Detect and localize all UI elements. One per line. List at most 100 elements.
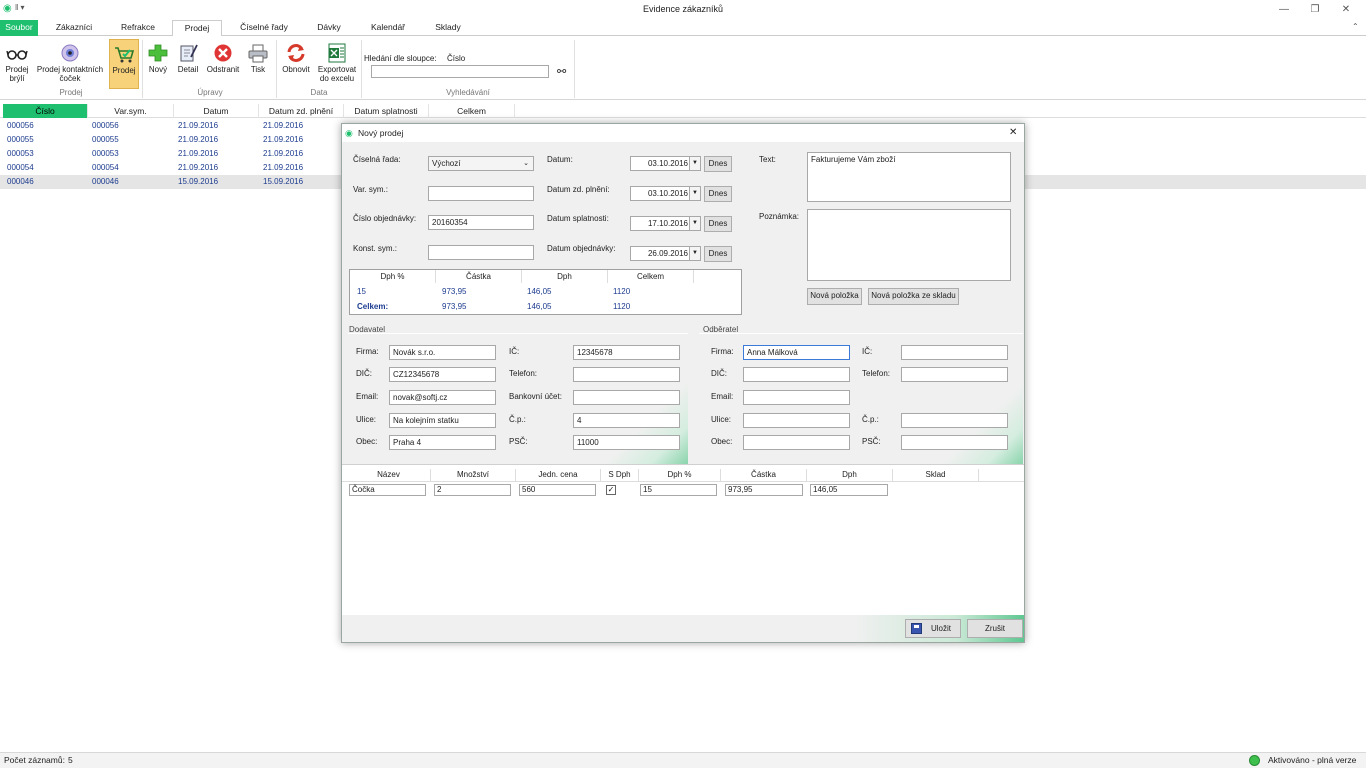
odberatel-ulice-field[interactable] <box>743 413 850 428</box>
dropdown-arrow-icon[interactable]: ▼ <box>689 187 700 200</box>
minimize-icon[interactable]: — <box>1276 3 1292 17</box>
column-header[interactable]: Datum zd. plnění <box>259 104 344 118</box>
close-icon[interactable]: ✕ <box>1338 3 1354 17</box>
group-label-upravy: Úpravy <box>197 88 223 97</box>
dnes-button[interactable]: Dnes <box>704 186 732 202</box>
tab-davky[interactable]: Dávky <box>306 20 352 36</box>
tab-kalendar[interactable]: Kalendář <box>362 20 414 36</box>
odberatel-email-field[interactable] <box>743 390 850 405</box>
status-bar: Počet záznamů: 5 Aktivováno - plná verze <box>0 752 1366 768</box>
tab-zakaznici[interactable]: Zákazníci <box>46 20 102 36</box>
prodej-bryli-button[interactable]: Prodej brýlí <box>2 39 32 89</box>
item-dph-field[interactable]: 146,05 <box>810 484 888 496</box>
activation-status-icon <box>1249 755 1260 766</box>
datum-zd-picker[interactable]: 03.10.2016 ▼ <box>630 186 701 201</box>
table-cell: 21.09.2016 <box>178 135 219 144</box>
tab-refrakce[interactable]: Refrakce <box>110 20 166 36</box>
item-nazev-field[interactable]: Čočka <box>349 484 426 496</box>
export-excel-button[interactable]: Exportovat do excelu <box>315 39 359 89</box>
prodej-cocek-button[interactable]: Prodej kontaktních čoček <box>33 39 107 89</box>
column-header[interactable]: Celkem <box>429 104 515 118</box>
dodavatel-email-field[interactable]: novak@softj.cz <box>389 390 496 405</box>
grid-header: Číslo Var.sym. Datum Datum zd. plnění Da… <box>0 104 1366 118</box>
poznamka-area[interactable] <box>807 209 1011 281</box>
datum-spl-picker[interactable]: 17.10.2016 ▼ <box>630 216 701 231</box>
email-label: Email: <box>711 392 734 401</box>
save-icon <box>911 623 922 634</box>
dodavatel-cp-field[interactable]: 4 <box>573 413 680 428</box>
collapse-ribbon-icon[interactable]: ⌃ <box>1352 22 1359 31</box>
dnes-button[interactable]: Dnes <box>704 246 732 262</box>
item-mnozstvi-field[interactable]: 2 <box>434 484 511 496</box>
odberatel-psc-field[interactable] <box>901 435 1008 450</box>
dodavatel-dic-field[interactable]: CZ12345678 <box>389 367 496 382</box>
printer-icon <box>248 44 268 63</box>
text-area[interactable]: Fakturujeme Vám zboží <box>807 152 1011 202</box>
odberatel-obec-field[interactable] <box>743 435 850 450</box>
obec-label: Obec: <box>711 437 733 446</box>
dropdown-arrow-icon[interactable]: ▼ <box>689 217 700 230</box>
divider <box>342 481 1024 482</box>
ciselna-rada-select[interactable]: Výchozí ⌄ <box>428 156 534 171</box>
var-sym-field[interactable] <box>428 186 534 201</box>
column-header[interactable]: Var.sym. <box>88 104 174 118</box>
datum-picker[interactable]: 03.10.2016 ▼ <box>630 156 701 171</box>
dialog-close-icon[interactable]: ✕ <box>1009 124 1017 142</box>
dnes-button[interactable]: Dnes <box>704 156 732 172</box>
item-dph-pct-field[interactable]: 15 <box>640 484 717 496</box>
restore-icon[interactable]: ❐ <box>1307 3 1323 17</box>
search-input[interactable] <box>371 65 549 78</box>
vat-cell: 1120 <box>613 287 631 296</box>
odberatel-telefon-field[interactable] <box>901 367 1008 382</box>
tab-prodej[interactable]: Prodej <box>172 20 222 37</box>
item-cena-field[interactable]: 560 <box>519 484 596 496</box>
nova-polozka-button[interactable]: Nová položka <box>807 288 862 305</box>
item-s-dph-checkbox[interactable]: ✓ <box>606 485 616 495</box>
ic-label: IČ: <box>509 347 520 356</box>
table-cell: 21.09.2016 <box>263 163 304 172</box>
nova-polozka-sklad-button[interactable]: Nová položka ze skladu <box>868 288 959 305</box>
ulozit-button[interactable]: Uložit <box>905 619 961 638</box>
dodavatel-firma-field[interactable]: Novák s.r.o. <box>389 345 496 360</box>
search-column-value[interactable]: Číslo <box>447 54 465 63</box>
odstranit-button[interactable]: Odstranit <box>204 39 242 89</box>
vat-header: Dph % <box>350 270 436 283</box>
tab-soubor[interactable]: Soubor <box>0 20 38 36</box>
zrusit-button[interactable]: Zrušit <box>967 619 1023 638</box>
odberatel-ic-field[interactable] <box>901 345 1008 360</box>
cislo-obj-field[interactable]: 20160354 <box>428 215 534 230</box>
prodej-button[interactable]: Prodej <box>109 39 139 89</box>
konst-sym-label: Konst. sym.: <box>353 244 398 253</box>
dnes-button[interactable]: Dnes <box>704 216 732 232</box>
column-header[interactable]: Datum <box>174 104 259 118</box>
dodavatel-telefon-field[interactable] <box>573 367 680 382</box>
dodavatel-obec-field[interactable]: Praha 4 <box>389 435 496 450</box>
items-grid: Název Množství Jedn. cena S Dph Dph % Čá… <box>342 464 1024 615</box>
new-sale-dialog: ◉ Nový prodej ✕ Číselná řada: Výchozí ⌄ … <box>341 123 1025 643</box>
vat-summary-table: Dph % Částka Dph Celkem 15 973,95 146,05… <box>349 269 742 315</box>
dodavatel-ulice-field[interactable]: Na kolejním statku <box>389 413 496 428</box>
table-cell: 15.09.2016 <box>263 177 304 186</box>
dodavatel-ucet-field[interactable] <box>573 390 680 405</box>
tab-ciselne-rady[interactable]: Číselné řady <box>232 20 296 36</box>
odberatel-cp-field[interactable] <box>901 413 1008 428</box>
datum-obj-picker[interactable]: 26.09.2016 ▼ <box>630 246 701 261</box>
tab-sklady[interactable]: Sklady <box>424 20 472 36</box>
dropdown-arrow-icon[interactable]: ▼ <box>689 157 700 170</box>
detail-button[interactable]: Detail <box>173 39 203 89</box>
tisk-button[interactable]: Tisk <box>244 39 272 89</box>
dodavatel-psc-field[interactable]: 11000 <box>573 435 680 450</box>
vat-header: Celkem <box>608 270 694 283</box>
dropdown-arrow-icon[interactable]: ▼ <box>689 247 700 260</box>
column-header[interactable]: Číslo <box>3 104 88 118</box>
refresh-icon <box>287 44 305 62</box>
dodavatel-ic-field[interactable]: 12345678 <box>573 345 680 360</box>
binoculars-icon[interactable]: ⚯ <box>557 65 566 78</box>
odberatel-firma-field[interactable]: Anna Málková <box>743 345 850 360</box>
novy-button[interactable]: Nový <box>146 39 170 89</box>
konst-sym-field[interactable] <box>428 245 534 260</box>
column-header[interactable]: Datum splatnosti <box>344 104 429 118</box>
obnovit-button[interactable]: Obnovit <box>279 39 313 89</box>
odberatel-dic-field[interactable] <box>743 367 850 382</box>
item-castka-field[interactable]: 973,95 <box>725 484 803 496</box>
